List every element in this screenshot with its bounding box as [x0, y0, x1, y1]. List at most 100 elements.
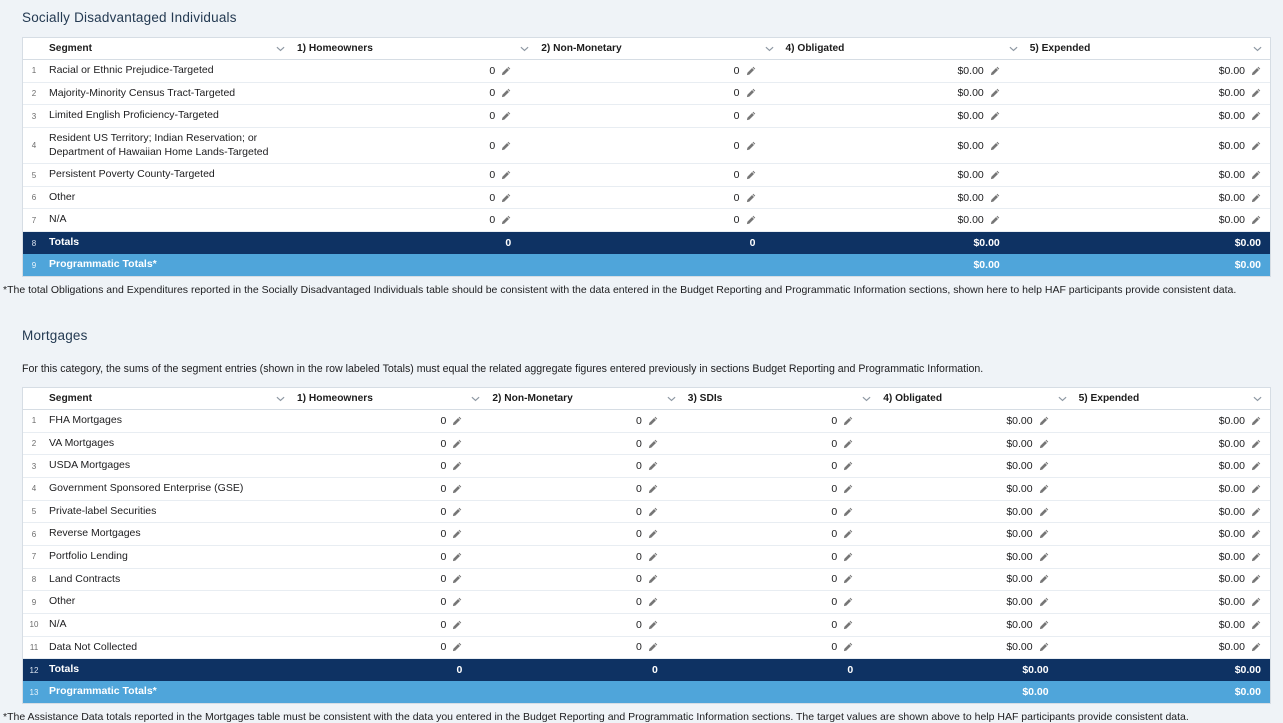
value-cell[interactable]: 0	[293, 164, 537, 186]
value-cell[interactable]: $0.00	[1075, 591, 1270, 613]
edit-pencil-icon[interactable]	[843, 461, 853, 471]
edit-pencil-icon[interactable]	[1251, 215, 1261, 225]
edit-pencil-icon[interactable]	[1251, 552, 1261, 562]
value-cell[interactable]: $0.00	[879, 410, 1074, 432]
value-cell[interactable]: 0	[488, 478, 683, 500]
value-cell[interactable]: 0	[684, 591, 879, 613]
value-cell[interactable]: 0	[684, 501, 879, 523]
edit-pencil-icon[interactable]	[1039, 552, 1049, 562]
value-cell[interactable]: 0	[537, 164, 781, 186]
edit-pencil-icon[interactable]	[1039, 439, 1049, 449]
edit-pencil-icon[interactable]	[1251, 642, 1261, 652]
column-header-1[interactable]: 1) Homeowners	[293, 38, 537, 59]
edit-pencil-icon[interactable]	[1039, 597, 1049, 607]
edit-pencil-icon[interactable]	[501, 170, 511, 180]
value-cell[interactable]: 0	[293, 60, 537, 82]
edit-pencil-icon[interactable]	[746, 111, 756, 121]
value-cell[interactable]: $0.00	[879, 455, 1074, 477]
value-cell[interactable]: $0.00	[1075, 478, 1270, 500]
edit-pencil-icon[interactable]	[452, 642, 462, 652]
value-cell[interactable]: $0.00	[1075, 410, 1270, 432]
value-cell[interactable]: 0	[293, 455, 488, 477]
column-header-segment[interactable]: Segment	[45, 38, 293, 59]
edit-pencil-icon[interactable]	[501, 88, 511, 98]
edit-pencil-icon[interactable]	[990, 111, 1000, 121]
edit-pencil-icon[interactable]	[648, 529, 658, 539]
edit-pencil-icon[interactable]	[1039, 416, 1049, 426]
edit-pencil-icon[interactable]	[1039, 461, 1049, 471]
value-cell[interactable]: $0.00	[879, 569, 1074, 591]
edit-pencil-icon[interactable]	[452, 574, 462, 584]
edit-pencil-icon[interactable]	[648, 552, 658, 562]
value-cell[interactable]: $0.00	[879, 591, 1074, 613]
value-cell[interactable]: $0.00	[879, 637, 1074, 659]
edit-pencil-icon[interactable]	[501, 215, 511, 225]
value-cell[interactable]: 0	[684, 546, 879, 568]
value-cell[interactable]: $0.00	[782, 164, 1026, 186]
edit-pencil-icon[interactable]	[843, 574, 853, 584]
edit-pencil-icon[interactable]	[843, 484, 853, 494]
edit-pencil-icon[interactable]	[452, 416, 462, 426]
value-cell[interactable]: 0	[684, 478, 879, 500]
edit-pencil-icon[interactable]	[1251, 141, 1261, 151]
edit-pencil-icon[interactable]	[843, 597, 853, 607]
value-cell[interactable]: 0	[537, 60, 781, 82]
edit-pencil-icon[interactable]	[648, 439, 658, 449]
edit-pencil-icon[interactable]	[1251, 170, 1261, 180]
edit-pencil-icon[interactable]	[452, 461, 462, 471]
edit-pencil-icon[interactable]	[1251, 620, 1261, 630]
edit-pencil-icon[interactable]	[452, 529, 462, 539]
edit-pencil-icon[interactable]	[746, 88, 756, 98]
value-cell[interactable]: 0	[293, 433, 488, 455]
edit-pencil-icon[interactable]	[648, 461, 658, 471]
value-cell[interactable]: 0	[293, 410, 488, 432]
edit-pencil-icon[interactable]	[990, 170, 1000, 180]
edit-pencil-icon[interactable]	[843, 620, 853, 630]
value-cell[interactable]: $0.00	[782, 209, 1026, 231]
edit-pencil-icon[interactable]	[1251, 507, 1261, 517]
value-cell[interactable]: $0.00	[1026, 83, 1270, 105]
value-cell[interactable]: 0	[293, 478, 488, 500]
edit-pencil-icon[interactable]	[1251, 439, 1261, 449]
chevron-down-icon[interactable]	[1253, 396, 1262, 402]
value-cell[interactable]: $0.00	[782, 105, 1026, 127]
edit-pencil-icon[interactable]	[648, 416, 658, 426]
edit-pencil-icon[interactable]	[843, 552, 853, 562]
value-cell[interactable]: $0.00	[1026, 209, 1270, 231]
value-cell[interactable]: 0	[293, 569, 488, 591]
edit-pencil-icon[interactable]	[452, 484, 462, 494]
chevron-down-icon[interactable]	[862, 396, 871, 402]
column-header-1[interactable]: 1) Homeowners	[293, 388, 488, 409]
value-cell[interactable]: 0	[293, 105, 537, 127]
edit-pencil-icon[interactable]	[1039, 620, 1049, 630]
value-cell[interactable]: 0	[488, 546, 683, 568]
value-cell[interactable]: $0.00	[782, 60, 1026, 82]
value-cell[interactable]: 0	[488, 433, 683, 455]
value-cell[interactable]: $0.00	[879, 478, 1074, 500]
value-cell[interactable]: $0.00	[879, 501, 1074, 523]
value-cell[interactable]: 0	[684, 569, 879, 591]
edit-pencil-icon[interactable]	[746, 215, 756, 225]
edit-pencil-icon[interactable]	[990, 66, 1000, 76]
column-header-4[interactable]: 4) Obligated	[879, 388, 1074, 409]
chevron-down-icon[interactable]	[1009, 46, 1018, 52]
column-header-4[interactable]: 5) Expended	[1026, 38, 1270, 59]
edit-pencil-icon[interactable]	[990, 215, 1000, 225]
value-cell[interactable]: $0.00	[879, 614, 1074, 636]
edit-pencil-icon[interactable]	[843, 642, 853, 652]
value-cell[interactable]: $0.00	[1075, 455, 1270, 477]
edit-pencil-icon[interactable]	[648, 597, 658, 607]
edit-pencil-icon[interactable]	[452, 620, 462, 630]
value-cell[interactable]: $0.00	[1075, 546, 1270, 568]
column-header-5[interactable]: 5) Expended	[1075, 388, 1270, 409]
edit-pencil-icon[interactable]	[990, 88, 1000, 98]
edit-pencil-icon[interactable]	[1251, 193, 1261, 203]
value-cell[interactable]: 0	[488, 501, 683, 523]
edit-pencil-icon[interactable]	[990, 141, 1000, 151]
edit-pencil-icon[interactable]	[1039, 529, 1049, 539]
value-cell[interactable]: $0.00	[1075, 523, 1270, 545]
value-cell[interactable]: 0	[537, 187, 781, 209]
chevron-down-icon[interactable]	[1253, 46, 1262, 52]
edit-pencil-icon[interactable]	[648, 484, 658, 494]
edit-pencil-icon[interactable]	[452, 507, 462, 517]
